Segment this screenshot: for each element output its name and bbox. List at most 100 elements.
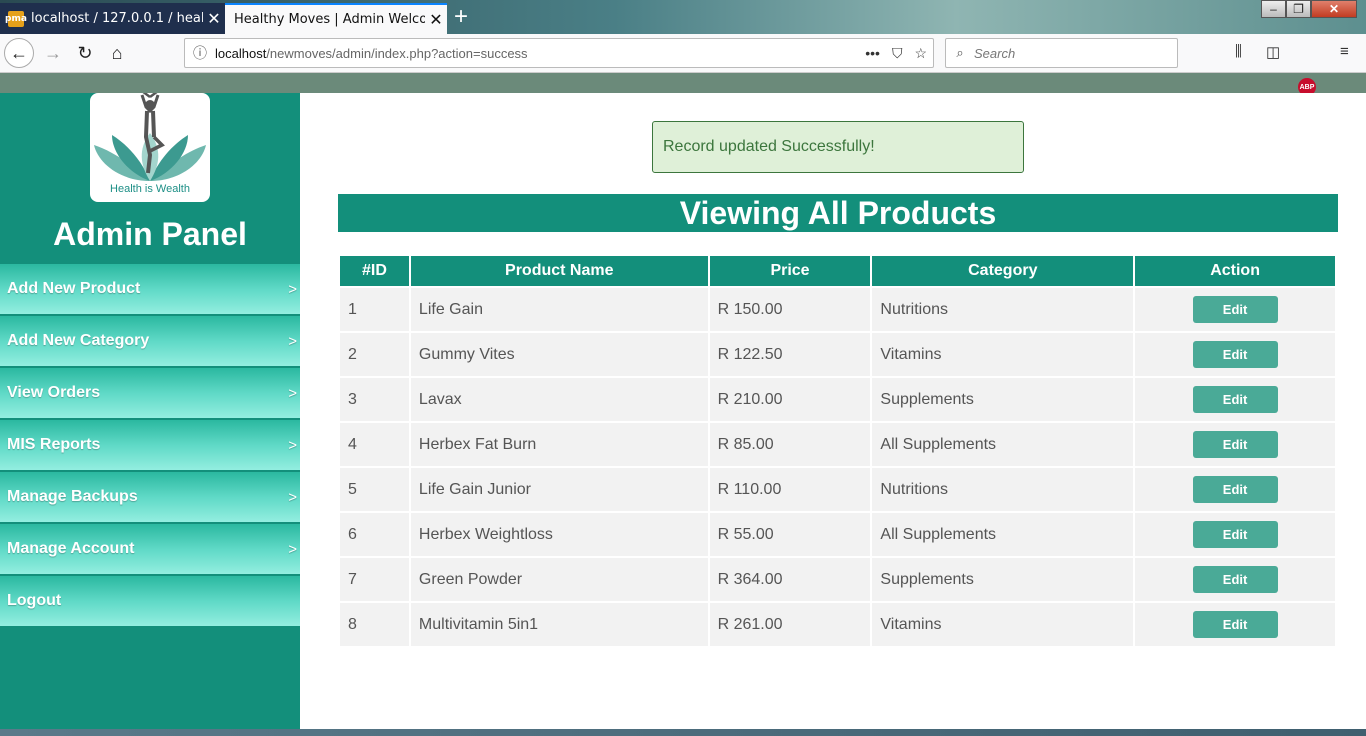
cell-category: All Supplements: [872, 423, 1134, 466]
chevron-right-icon: >: [288, 436, 297, 454]
page-title: Admin Panel: [53, 216, 247, 252]
edit-button[interactable]: Edit: [1192, 611, 1278, 638]
cell-action: Edit: [1135, 378, 1335, 421]
cell-category: All Supplements: [872, 513, 1134, 556]
page-content: Health is Wealth Admin Panel Add New Pro…: [0, 93, 1366, 729]
cell-category: Vitamins: [872, 333, 1134, 376]
column-header-id: #ID: [340, 256, 409, 286]
cell-action: Edit: [1135, 468, 1335, 511]
bookmark-star-icon[interactable]: ☆: [914, 45, 927, 62]
table-row: 7 Green Powder R 364.00 Supplements Edit: [340, 558, 1335, 601]
back-arrow-icon[interactable]: ←: [4, 38, 34, 68]
table-row: 4 Herbex Fat Burn R 85.00 All Supplement…: [340, 423, 1335, 466]
chevron-right-icon: >: [288, 280, 297, 298]
edit-button[interactable]: Edit: [1192, 476, 1278, 503]
admin-sidebar: Health is Wealth Admin Panel Add New Pro…: [0, 93, 300, 729]
cell-price: R 122.50: [709, 333, 871, 376]
table-row: 1 Life Gain R 150.00 Nutritions Edit: [340, 288, 1335, 331]
cell-price: R 110.00: [709, 468, 871, 511]
edit-button[interactable]: Edit: [1192, 431, 1278, 458]
cell-id: 8: [340, 603, 409, 646]
cell-id: 7: [340, 558, 409, 601]
hamburger-menu-icon[interactable]: ≡: [1340, 43, 1349, 60]
cell-action: Edit: [1135, 558, 1335, 601]
cell-price: R 364.00: [709, 558, 871, 601]
page-actions-icon[interactable]: •••: [865, 45, 880, 62]
reload-icon[interactable]: ↻: [70, 38, 100, 68]
minimize-icon[interactable]: –: [1261, 0, 1286, 18]
chevron-right-icon: >: [288, 488, 297, 506]
cell-id: 2: [340, 333, 409, 376]
sidebar-item-mis-reports[interactable]: MIS Reports >: [0, 420, 300, 470]
cell-product-name: Gummy Vites: [410, 333, 708, 376]
info-icon[interactable]: ⓘ: [185, 43, 215, 63]
url-path: /newmoves/admin/index.php?action=success: [266, 45, 528, 61]
cell-category: Vitamins: [872, 603, 1134, 646]
sidebar-item-logout[interactable]: Logout: [0, 576, 300, 626]
cell-category: Nutritions: [872, 468, 1134, 511]
cell-price: R 210.00: [709, 378, 871, 421]
sidebar-item-label: MIS Reports: [7, 436, 101, 453]
cell-product-name: Multivitamin 5in1: [410, 603, 708, 646]
chevron-right-icon: >: [288, 540, 297, 558]
phpmyadmin-favicon-icon: pma: [5, 10, 27, 27]
search-icon: ⌕: [956, 45, 964, 60]
cell-action: Edit: [1135, 513, 1335, 556]
tab-label: localhost / 127.0.0.1 / healthym: [31, 11, 203, 26]
sidebar-item-label: Manage Account: [7, 540, 135, 557]
column-header-price: Price: [709, 256, 871, 286]
cell-product-name: Green Powder: [410, 558, 708, 601]
browser-toolbar: ← → ↻ ⌂ ⓘ localhost/newmoves/admin/index…: [0, 34, 1366, 96]
sidebar-item-manage-backups[interactable]: Manage Backups >: [0, 472, 300, 522]
address-bar[interactable]: ⓘ localhost/newmoves/admin/index.php?act…: [184, 38, 934, 68]
window-close-icon[interactable]: ✕: [1311, 0, 1357, 18]
forward-arrow-icon[interactable]: →: [38, 38, 68, 68]
cell-product-name: Herbex Weightloss: [410, 513, 708, 556]
edit-button[interactable]: Edit: [1192, 521, 1278, 548]
table-header-row: #ID Product Name Price Category Action: [340, 256, 1335, 286]
sidebar-item-label: Add New Product: [7, 280, 141, 297]
sidebar-item-manage-account[interactable]: Manage Account >: [0, 524, 300, 574]
new-tab-plus-icon[interactable]: +: [454, 4, 468, 30]
tab-admin-welcome[interactable]: Healthy Moves | Admin Welcome ✕: [225, 3, 447, 34]
cell-action: Edit: [1135, 423, 1335, 466]
sidebar-item-label: Logout: [7, 592, 62, 609]
maximize-icon[interactable]: ❐: [1286, 0, 1311, 18]
close-icon[interactable]: ✕: [425, 10, 447, 29]
table-row: 3 Lavax R 210.00 Supplements Edit: [340, 378, 1335, 421]
sidebar-item-view-orders[interactable]: View Orders >: [0, 368, 300, 418]
sidebar-item-add-new-product[interactable]: Add New Product >: [0, 264, 300, 314]
edit-button[interactable]: Edit: [1192, 386, 1278, 413]
table-row: 6 Herbex Weightloss R 55.00 All Suppleme…: [340, 513, 1335, 556]
home-icon[interactable]: ⌂: [102, 38, 132, 68]
edit-button[interactable]: Edit: [1192, 341, 1278, 368]
edit-button[interactable]: Edit: [1192, 566, 1278, 593]
pocket-icon[interactable]: ⛉: [892, 45, 903, 62]
cell-id: 1: [340, 288, 409, 331]
cell-price: R 85.00: [709, 423, 871, 466]
logo-caption: Health is Wealth: [110, 183, 190, 195]
browser-titlebar: pma localhost / 127.0.0.1 / healthym ✕ H…: [0, 0, 1366, 34]
cell-id: 6: [340, 513, 409, 556]
table-row: 2 Gummy Vites R 122.50 Vitamins Edit: [340, 333, 1335, 376]
sidebar-toggle-icon[interactable]: ◫: [1266, 43, 1280, 61]
sidebar-item-add-new-category[interactable]: Add New Category >: [0, 316, 300, 366]
tab-phpmyadmin[interactable]: pma localhost / 127.0.0.1 / healthym ✕: [0, 3, 225, 34]
cell-id: 5: [340, 468, 409, 511]
cell-category: Supplements: [872, 558, 1134, 601]
cell-product-name: Lavax: [410, 378, 708, 421]
column-header-category: Category: [872, 256, 1134, 286]
tab-label: Healthy Moves | Admin Welcome: [234, 12, 425, 27]
edit-button[interactable]: Edit: [1192, 296, 1278, 323]
cell-category: Supplements: [872, 378, 1134, 421]
sidebar-item-label: View Orders: [7, 384, 101, 401]
cell-action: Edit: [1135, 333, 1335, 376]
chevron-right-icon: >: [288, 332, 297, 350]
search-input[interactable]: ⌕ Search: [945, 38, 1178, 68]
close-icon[interactable]: ✕: [203, 9, 225, 28]
cell-price: R 55.00: [709, 513, 871, 556]
success-alert: Record updated Successfully!: [652, 121, 1024, 173]
health-is-wealth-logo: Health is Wealth: [90, 93, 210, 202]
products-table: #ID Product Name Price Category Action 1…: [338, 254, 1337, 648]
library-icon[interactable]: ⫼: [1235, 43, 1242, 60]
